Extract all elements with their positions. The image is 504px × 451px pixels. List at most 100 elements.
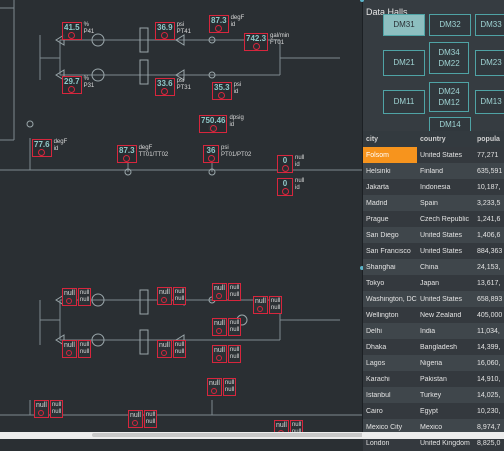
cell-population[interactable]: 658,893	[474, 296, 504, 303]
cell-country[interactable]: Turkey	[417, 392, 474, 399]
null-tag-cluster[interactable]: null null null	[207, 378, 237, 396]
null-tag-cluster[interactable]: null null null	[62, 340, 92, 358]
column-header-population[interactable]: popula	[474, 131, 504, 147]
hall-dm34-dm22[interactable]: DM34 DM22	[429, 42, 469, 74]
tag-psi-35[interactable]: 35.3 psi id	[212, 82, 241, 100]
tag-p31[interactable]: 29.7 % P31	[62, 76, 94, 94]
cell-city[interactable]: Washington, DC	[363, 296, 417, 303]
cell-country[interactable]: United States	[417, 248, 474, 255]
null-tag-cluster[interactable]: null null null	[157, 287, 187, 305]
cell-city[interactable]: Folsom	[363, 147, 417, 163]
cell-population[interactable]: 14,910,	[474, 376, 504, 383]
table-row[interactable]: Madrid Spain 3,233,5	[363, 195, 504, 211]
resize-handle[interactable]	[360, 0, 364, 2]
cell-city[interactable]: Cairo	[363, 408, 417, 415]
cell-population[interactable]: 10,187,	[474, 184, 504, 191]
null-tag-cluster[interactable]: null null null	[253, 296, 283, 314]
hall-dm33[interactable]: DM33	[475, 14, 504, 36]
cell-city[interactable]: Tokyo	[363, 280, 417, 287]
table-row[interactable]: Tokyo Japan 13,617,	[363, 275, 504, 291]
table-row[interactable]: Wellington New Zealand 405,000	[363, 307, 504, 323]
cell-population[interactable]: 24,153,	[474, 264, 504, 271]
tag-null-1[interactable]: 0 null id	[277, 155, 304, 173]
cell-city[interactable]: Shanghai	[363, 264, 417, 271]
cell-country[interactable]: New Zealand	[417, 312, 474, 319]
cell-city[interactable]: San Francisco	[363, 248, 417, 255]
cell-population[interactable]: 635,591	[474, 168, 504, 175]
cell-population[interactable]: 3,233,5	[474, 200, 504, 207]
table-row[interactable]: Helsinki Finland 635,591	[363, 163, 504, 179]
cell-country[interactable]: United States	[417, 296, 474, 303]
cell-country[interactable]: United States	[417, 232, 474, 239]
null-tag-cluster[interactable]: null null null	[274, 420, 304, 432]
null-tag-cluster[interactable]: null null null	[212, 318, 242, 336]
column-header-country[interactable]: country	[417, 131, 474, 147]
null-tag-cluster[interactable]: null null null	[212, 345, 242, 363]
cell-city[interactable]: Delhi	[363, 328, 417, 335]
cell-country[interactable]: Mexico	[417, 424, 474, 431]
tag-pt01[interactable]: 36 psi PT01/PT02	[203, 145, 251, 163]
table-row[interactable]: Lagos Nigeria 16,060,	[363, 355, 504, 371]
table-row[interactable]: Cairo Egypt 10,230,	[363, 403, 504, 419]
cell-country[interactable]: United States	[417, 152, 474, 159]
cell-population[interactable]: 8,974,7	[474, 424, 504, 431]
cell-city[interactable]: Jakarta	[363, 184, 417, 191]
panel-scrollbar-track[interactable]	[362, 432, 504, 439]
cell-country[interactable]: Japan	[417, 280, 474, 287]
tag-tt01[interactable]: 87.3 degF TT01/TT02	[117, 145, 168, 163]
hall-dm24-dm12[interactable]: DM24 DM12	[429, 82, 469, 112]
cell-population[interactable]: 1,241,6	[474, 216, 504, 223]
table-row[interactable]: Jakarta Indonesia 10,187,	[363, 179, 504, 195]
cell-population[interactable]: 1,406,6	[474, 232, 504, 239]
cell-city[interactable]: Mexico City	[363, 424, 417, 431]
cell-population[interactable]: 11,034,	[474, 328, 504, 335]
cell-city[interactable]: London	[363, 440, 417, 447]
cell-population[interactable]: 13,617,	[474, 280, 504, 287]
tag-ft01[interactable]: 742.3 gal/min FT01	[244, 33, 289, 51]
cell-population[interactable]: 405,000	[474, 312, 504, 319]
cell-country[interactable]: Bangladesh	[417, 344, 474, 351]
table-row[interactable]: Washington, DC United States 658,893	[363, 291, 504, 307]
cell-city[interactable]: Helsinki	[363, 168, 417, 175]
cell-country[interactable]: Nigeria	[417, 360, 474, 367]
null-tag-cluster[interactable]: null null null	[157, 340, 187, 358]
cell-city[interactable]: Madrid	[363, 200, 417, 207]
cell-country[interactable]: Egypt	[417, 408, 474, 415]
tag-degf-1[interactable]: 87.3 degF id	[209, 15, 244, 33]
null-tag-cluster[interactable]: null null null	[62, 288, 92, 306]
null-tag-cluster[interactable]: null null null	[128, 410, 158, 428]
table-row[interactable]: San Diego United States 1,406,6	[363, 227, 504, 243]
tag-null-2[interactable]: 0 null id	[277, 178, 304, 196]
cell-country[interactable]: United Kingdom	[417, 440, 474, 447]
hall-dm23[interactable]: DM23	[475, 50, 504, 76]
tag-dpsig[interactable]: 750.46 dpsig id	[199, 115, 244, 133]
tag-pt41[interactable]: 36.9 psi PT41	[155, 22, 191, 40]
cell-population[interactable]: 884,363	[474, 248, 504, 255]
cell-population[interactable]: 14,025,	[474, 392, 504, 399]
column-header-city[interactable]: city	[363, 131, 417, 147]
cell-country[interactable]: Indonesia	[417, 184, 474, 191]
pid-diagram-canvas[interactable]: 41.5 % P41 36.9 psi PT41 87.3 degF id 74…	[0, 0, 362, 432]
cell-city[interactable]: Istanbul	[363, 392, 417, 399]
table-row[interactable]: San Francisco United States 884,363	[363, 243, 504, 259]
cell-country[interactable]: Finland	[417, 168, 474, 175]
cell-country[interactable]: Czech Republic	[417, 216, 474, 223]
table-row[interactable]: Prague Czech Republic 1,241,6	[363, 211, 504, 227]
cell-city[interactable]: Karachi	[363, 376, 417, 383]
table-row[interactable]: Istanbul Turkey 14,025,	[363, 387, 504, 403]
cell-city[interactable]: Dhaka	[363, 344, 417, 351]
cell-country[interactable]: China	[417, 264, 474, 271]
tag-degf-2[interactable]: 77.6 degF id	[32, 139, 67, 157]
cell-city[interactable]: Prague	[363, 216, 417, 223]
table-row[interactable]: Dhaka Bangladesh 14,399,	[363, 339, 504, 355]
horizontal-scrollbar-thumb[interactable]	[92, 433, 364, 437]
null-tag-cluster[interactable]: null null null	[34, 400, 64, 418]
cell-city[interactable]: San Diego	[363, 232, 417, 239]
hall-dm32[interactable]: DM32	[429, 14, 471, 36]
cell-population[interactable]: 77,271	[474, 152, 504, 159]
table-row[interactable]: Delhi India 11,034,	[363, 323, 504, 339]
cell-country[interactable]: Pakistan	[417, 376, 474, 383]
table-row[interactable]: Shanghai China 24,153,	[363, 259, 504, 275]
table-row[interactable]: Karachi Pakistan 14,910,	[363, 371, 504, 387]
table-row[interactable]: Folsom United States 77,271	[363, 147, 504, 163]
